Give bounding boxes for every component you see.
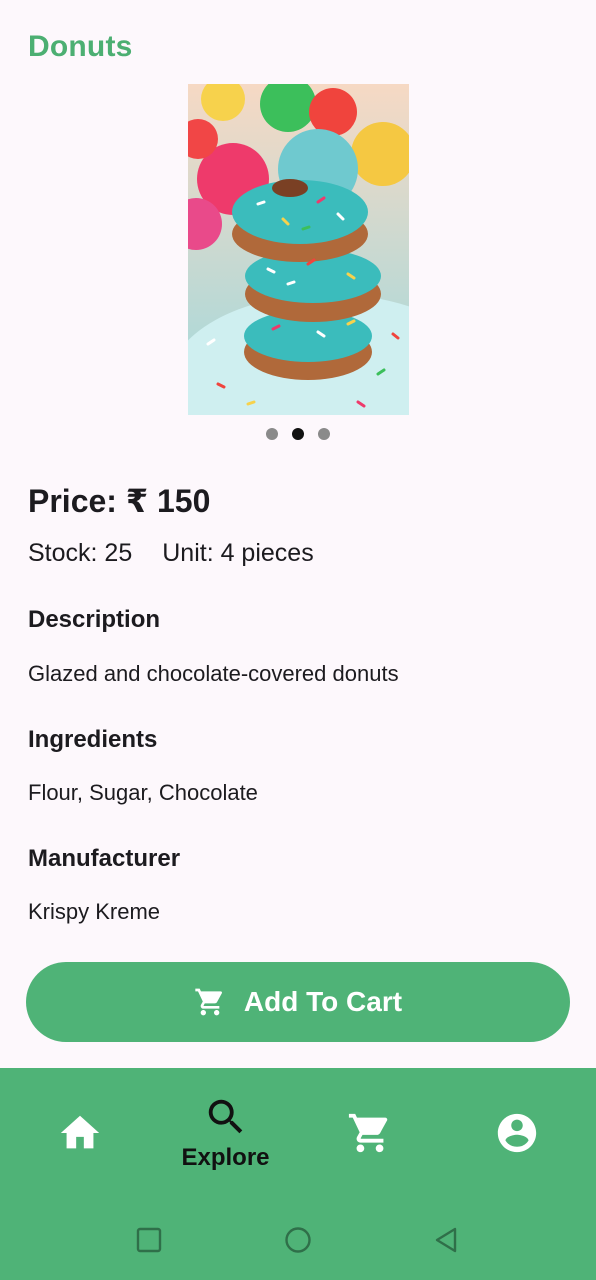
nav-cart[interactable] — [295, 1068, 444, 1198]
cart-icon — [348, 1113, 387, 1153]
add-to-cart-button[interactable]: Add To Cart — [26, 962, 570, 1042]
product-photo — [188, 84, 409, 415]
back-triangle-icon[interactable] — [430, 1224, 462, 1256]
home-icon — [60, 1115, 99, 1149]
nav-home[interactable] — [5, 1068, 154, 1198]
ingredients-heading: Ingredients — [28, 726, 158, 753]
manufacturer-heading: Manufacturer — [28, 845, 181, 872]
price-label: Price: ₹ 150 — [28, 483, 211, 519]
carousel-indicator — [0, 428, 596, 440]
add-to-cart-label: Add To Cart — [243, 986, 403, 1017]
page-title: Donuts — [28, 30, 133, 63]
cart-icon — [195, 988, 222, 1016]
home-circle-icon[interactable] — [282, 1224, 314, 1256]
manufacturer-text: Krispy Kreme — [28, 899, 161, 924]
carousel-dot[interactable] — [266, 428, 278, 440]
product-image-carousel[interactable] — [188, 84, 409, 415]
nav-explore-label: Explore — [181, 1144, 270, 1171]
account-icon — [497, 1113, 536, 1153]
description-text: Glazed and chocolate-covered donuts — [28, 661, 399, 686]
product-detail-screen: Donuts Price: ₹ 150 Stock: 25 Unit: 4 pi… — [0, 0, 596, 1280]
recents-icon[interactable] — [133, 1224, 165, 1256]
stock-info-row: Stock: 25 Unit: 4 pieces — [28, 539, 314, 568]
nav-explore[interactable]: Explore — [151, 1068, 300, 1198]
description-heading: Description — [28, 606, 161, 633]
unit-label: Unit: 4 pieces — [162, 539, 314, 567]
system-navigation-bar — [0, 1200, 596, 1280]
stock-label: Stock: 25 — [28, 539, 133, 567]
carousel-dot-active[interactable] — [292, 428, 304, 440]
nav-profile[interactable] — [442, 1068, 591, 1198]
carousel-dot[interactable] — [318, 428, 330, 440]
search-icon — [208, 1099, 242, 1134]
ingredients-text: Flour, Sugar, Chocolate — [28, 780, 258, 805]
